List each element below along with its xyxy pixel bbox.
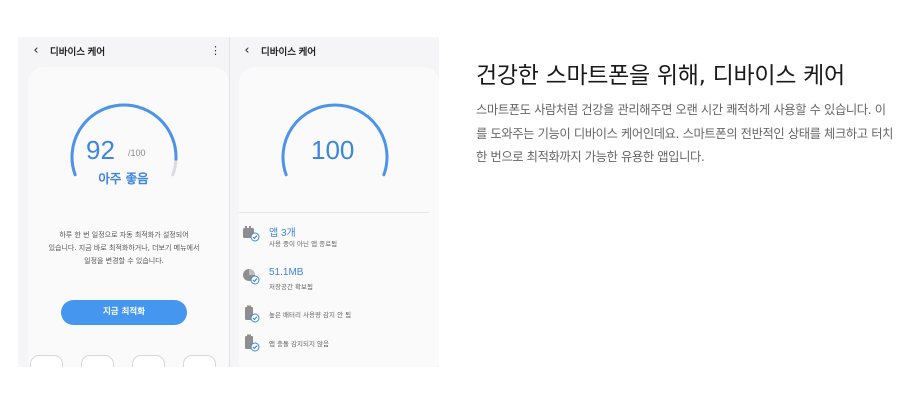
- status-text: 아주 좋음: [98, 171, 149, 186]
- storage-check-icon: [243, 269, 260, 285]
- divider-line: [239, 212, 429, 213]
- security-tile[interactable]: [183, 355, 216, 367]
- item-subtitle: 높은 배터리 사용량 감지 안 됨: [269, 311, 352, 319]
- item-subtitle: 저장공간 확보됨: [269, 283, 313, 291]
- device-care-screen-before: ‹ 디바이스 케어 ⋮ 92 /100 아주 좋음 하루 한 번 일정으로 자동…: [18, 37, 229, 367]
- headline: 건강한 스마트폰을 위해, 디바이스 케어: [476, 63, 845, 89]
- body-paragraph: 스마트폰도 사람처럼 건강을 관리해주면 오랜 시간 쾌적하게 사용할 수 있습…: [476, 103, 894, 164]
- storage-tile[interactable]: [81, 355, 114, 367]
- item-title: 51.1MB: [269, 267, 304, 278]
- score-gauge: [281, 103, 389, 177]
- item-title: 앱 3개: [269, 228, 296, 239]
- phone-screenshots: ‹ 디바이스 케어 ⋮ 92 /100 아주 좋음 하루 한 번 일정으로 자동…: [18, 37, 439, 367]
- optimization-description: 하루 한 번 일정으로 자동 최적화가 설정되어 있습니다. 지금 바로 최적화…: [48, 231, 200, 265]
- item-subtitle: 사용 중이 아닌 앱 종료됨: [269, 240, 338, 248]
- score-value: 100: [311, 135, 355, 165]
- app-crash-check-icon: [245, 334, 260, 352]
- memory-tile[interactable]: [132, 355, 165, 367]
- device-care-screen-after: ‹ 디바이스 케어 100 앱 3개 사용 중이 아닌 앱 종료됨 51.1MB…: [229, 37, 439, 367]
- optimize-now-button[interactable]: 지금 최적화: [61, 300, 187, 325]
- score-value: 92: [86, 135, 115, 165]
- battery-tile[interactable]: [30, 355, 63, 367]
- score-max: /100: [128, 148, 146, 158]
- item-subtitle: 앱 충돌 감지되지 않음: [269, 340, 330, 348]
- battery-check-icon: [245, 305, 260, 323]
- page: ‹ 디바이스 케어 ⋮ 92 /100 아주 좋음 하루 한 번 일정으로 자동…: [0, 0, 913, 395]
- apps-check-icon: [243, 226, 260, 242]
